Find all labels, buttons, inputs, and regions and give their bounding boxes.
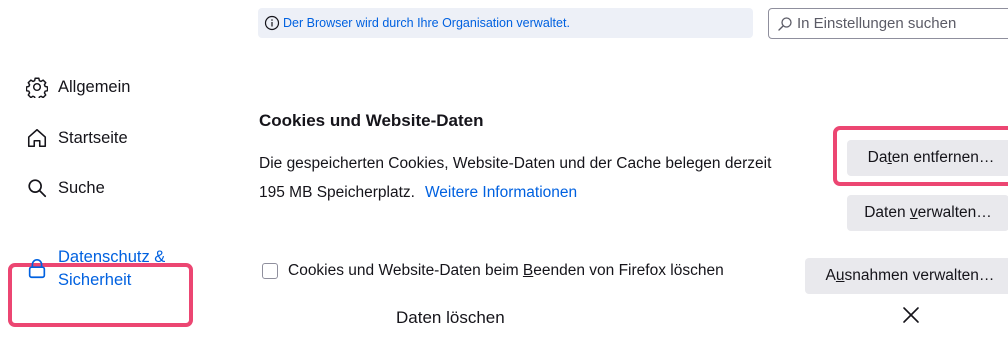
- storage-usage: 195 MB Speicherplatz.: [259, 184, 415, 201]
- section-title: Cookies und Website-Daten: [259, 111, 484, 130]
- access-key: v: [909, 204, 918, 221]
- clear-data-button-label: Daten entfernen…: [868, 149, 995, 167]
- label-part: Daten: [864, 204, 910, 221]
- settings-search-input[interactable]: [797, 15, 997, 32]
- delete-on-close-label: Cookies und Website-Daten beim Beenden v…: [288, 262, 724, 280]
- gear-icon: [26, 76, 48, 98]
- label-part: en entfernen…: [891, 149, 995, 166]
- manage-data-button[interactable]: Daten verwalten…: [847, 195, 1008, 231]
- sidebar-item-label: Datenschutz &: [58, 248, 166, 266]
- manage-exceptions-button[interactable]: Ausnahmen verwalten…: [805, 258, 1008, 294]
- delete-on-close-checkbox[interactable]: [262, 263, 278, 279]
- description-line: 195 MB Speicherplatz. Weitere Information…: [259, 178, 819, 207]
- sidebar-item-label: Startseite: [58, 128, 128, 147]
- label-part: A: [825, 267, 836, 284]
- more-info-link[interactable]: Weitere Informationen: [425, 184, 577, 201]
- delete-on-close-row[interactable]: Cookies und Website-Daten beim Beenden v…: [262, 262, 724, 280]
- policy-banner: Der Browser wird durch Ihre Organisation…: [258, 8, 753, 38]
- cookies-description: Die gespeicherten Cookies, Website-Daten…: [259, 149, 819, 207]
- manage-exceptions-button-label: Ausnahmen verwalten…: [826, 267, 995, 285]
- label-part: Da: [867, 149, 888, 166]
- label-part: erwalten…: [917, 204, 992, 221]
- sidebar-item-label-group: Datenschutz & Sicherheit: [58, 246, 165, 292]
- close-button[interactable]: [896, 302, 926, 332]
- lock-icon: [26, 258, 48, 280]
- manage-data-button-label: Daten verwalten…: [864, 204, 992, 222]
- label-part: Cookies und Website-Daten beim: [288, 262, 523, 279]
- info-icon: [264, 15, 280, 31]
- clear-data-button[interactable]: Daten entfernen…: [847, 140, 1008, 176]
- label-part: snahmen verwalten…: [844, 267, 995, 284]
- sidebar-item-privacy[interactable]: Datenschutz & Sicherheit: [26, 246, 165, 292]
- dialog-title: Daten löschen: [396, 308, 505, 327]
- sidebar-item-label: Allgemein: [58, 77, 131, 96]
- sidebar-item-label: Suche: [58, 178, 105, 197]
- search-icon: [26, 177, 48, 199]
- search-icon: [777, 16, 793, 32]
- sidebar-item-general[interactable]: Allgemein: [26, 76, 130, 98]
- sidebar-item-label: Sicherheit: [58, 271, 132, 289]
- description-line: Die gespeicherten Cookies, Website-Daten…: [259, 155, 772, 172]
- label-part: eenden von Firefox löschen: [533, 262, 724, 279]
- access-key: B: [522, 262, 534, 279]
- sidebar-item-search[interactable]: Suche: [26, 177, 105, 199]
- close-icon: [902, 306, 920, 329]
- access-key: u: [835, 267, 845, 284]
- settings-search-box[interactable]: [768, 8, 1008, 39]
- sidebar-item-home[interactable]: Startseite: [26, 127, 128, 149]
- home-icon: [26, 127, 48, 149]
- policy-notice-text: Der Browser wird durch Ihre Organisation…: [283, 16, 570, 30]
